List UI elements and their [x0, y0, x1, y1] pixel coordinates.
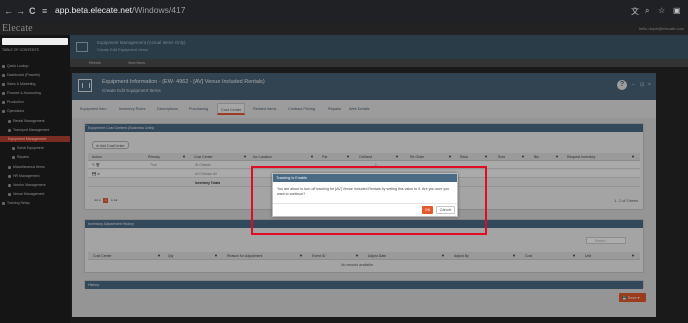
sidebar-item-venue[interactable]: Venue Management	[8, 192, 44, 196]
zoom-icon[interactable]: ⌕	[645, 6, 649, 16]
truck-icon	[8, 128, 11, 132]
vendor-icon	[8, 183, 11, 187]
sidebar-search-input[interactable]	[2, 38, 68, 45]
sidebar-item-label: Dashboard (Powerbi)	[7, 73, 41, 77]
sidebar-item-quick-lookup[interactable]: Quick Lookup	[2, 64, 28, 68]
search-icon	[2, 64, 5, 68]
sidebar-item-vendor[interactable]: Vendor Management	[8, 183, 46, 187]
sidebar-item-label: Venue Management	[13, 192, 45, 196]
sidebar-item-repairs[interactable]: Repairs	[12, 155, 29, 159]
sidebar-item-misc[interactable]: Miscellaneous Items	[8, 165, 45, 169]
venue-icon	[8, 192, 11, 196]
url-path: /Windows/417	[132, 5, 186, 15]
background-toolbar: Refresh View Items	[70, 59, 688, 67]
star-icon[interactable]: ☆	[658, 6, 665, 15]
refresh-button[interactable]: Refresh	[89, 61, 101, 65]
background-title: Equipment Management (Actual Items Only)	[97, 40, 186, 45]
barcode-icon	[76, 42, 88, 52]
misc-icon	[8, 165, 11, 169]
browser-toolbar: ← → C ≡ app.beta.elecate.net/Windows/417…	[0, 0, 688, 22]
sidebar-item-training[interactable]: Training Setup	[2, 201, 30, 205]
sidebar-item-label: Repairs	[17, 155, 30, 159]
sidebar: TABLE OF CONTENTS Quick Lookup Dashboard…	[0, 35, 70, 323]
sidebar-item-label: HR Management	[13, 174, 40, 178]
app-logo: Elecate	[2, 23, 33, 34]
site-settings-icon[interactable]: ≡	[42, 6, 47, 16]
extensions-icon[interactable]: ▣	[673, 6, 681, 15]
sidebar-item-label: Sales & Marketing	[7, 82, 36, 86]
people-icon	[8, 174, 11, 178]
reload-icon[interactable]: C	[29, 6, 36, 16]
sales-icon	[2, 82, 5, 86]
app-header: Elecate hello.depot@elecate.com	[0, 22, 688, 35]
background-subtitle: Create Edit Equipment Items	[97, 47, 149, 52]
dashboard-icon	[2, 73, 5, 77]
sidebar-item-label: Serial Equipment	[17, 146, 44, 150]
sidebar-item-label: Transport Management	[13, 128, 50, 132]
forward-icon[interactable]: →	[16, 6, 25, 16]
sidebar-item-rental[interactable]: Rental Management	[8, 119, 45, 123]
sidebar-item-label: Operations	[7, 109, 25, 113]
finance-icon	[2, 91, 5, 95]
sidebar-item-hr[interactable]: HR Management	[8, 174, 39, 178]
sidebar-item-sales[interactable]: Sales & Marketing	[2, 82, 35, 86]
wrench-icon	[12, 155, 15, 159]
operations-icon	[2, 109, 5, 113]
sidebar-item-label: Training Setup	[7, 201, 30, 205]
sidebar-item-equipment[interactable]: Equipment Management	[0, 136, 70, 142]
sidebar-item-label: Miscellaneous Items	[13, 165, 45, 169]
sidebar-item-label: Equipment Management	[8, 137, 47, 141]
view-items-button[interactable]: View Items	[128, 61, 145, 65]
sidebar-item-label: Finance & Accounting	[7, 91, 41, 95]
training-icon	[2, 201, 5, 205]
sidebar-item-finance[interactable]: Finance & Accounting	[2, 91, 41, 95]
user-email[interactable]: hello.depot@elecate.com	[639, 26, 684, 31]
sidebar-item-label: Production	[7, 100, 24, 104]
translate-icon[interactable]: 文	[631, 6, 639, 17]
sidebar-item-label: TABLE OF CONTENTS	[2, 48, 39, 52]
url-host: app.beta.elecate.net	[55, 5, 133, 15]
highlight-box	[251, 166, 487, 235]
back-icon[interactable]: ←	[4, 6, 13, 16]
sidebar-item-toc[interactable]: TABLE OF CONTENTS	[2, 48, 39, 52]
sidebar-item-label: Quick Lookup	[7, 64, 29, 68]
serial-icon	[12, 146, 15, 150]
sidebar-item-label: Rental Management	[13, 119, 45, 123]
rental-icon	[8, 119, 11, 123]
page-scrollbar[interactable]	[680, 73, 688, 323]
sidebar-item-serial[interactable]: Serial Equipment	[12, 146, 44, 150]
sidebar-item-transport[interactable]: Transport Management	[8, 128, 49, 132]
sidebar-item-production[interactable]: Production	[2, 100, 24, 104]
production-icon	[2, 100, 5, 104]
address-bar[interactable]: app.beta.elecate.net/Windows/417	[55, 5, 185, 15]
sidebar-item-label: Vendor Management	[13, 183, 46, 187]
sidebar-item-operations[interactable]: Operations	[2, 109, 24, 113]
sidebar-item-dashboard[interactable]: Dashboard (Powerbi)	[2, 73, 40, 77]
background-header: Equipment Management (Actual Items Only)…	[70, 35, 688, 59]
